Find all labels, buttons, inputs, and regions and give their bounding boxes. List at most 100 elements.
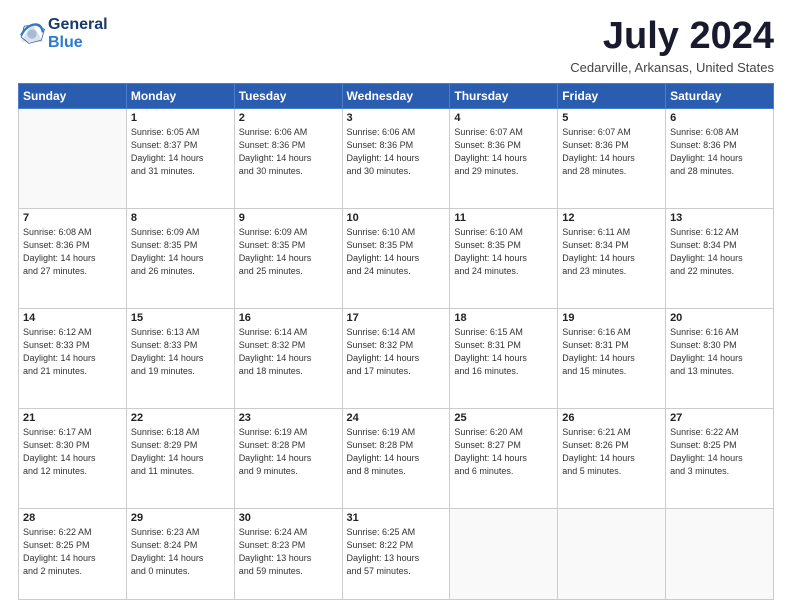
calendar-cell: 15 Sunrise: 6:13 AM Sunset: 8:33 PM Dayli… [126,308,234,408]
calendar-cell: 1 Sunrise: 6:05 AM Sunset: 8:37 PM Daylig… [126,108,234,208]
calendar-cell [19,108,127,208]
day-info: Sunrise: 6:21 AM Sunset: 8:26 PM Dayligh… [562,426,661,478]
col-tuesday: Tuesday [234,83,342,108]
calendar-cell: 16Sunrise: 6:14 AM Sunset: 8:32 PM Dayli… [234,308,342,408]
day-info: Sunrise: 6:25 AM Sunset: 8:22 PM Dayligh… [347,526,446,578]
day-info: Sunrise: 6:08 AM Sunset: 8:36 PM Dayligh… [23,226,122,278]
day-info: Sunrise: 6:11 AM Sunset: 8:34 PM Dayligh… [562,226,661,278]
calendar-cell: 23Sunrise: 6:19 AM Sunset: 8:28 PM Dayli… [234,408,342,508]
day-number: 22 [131,412,230,424]
calendar-cell: 19 Sunrise: 6:16 AM Sunset: 8:31 PM Dayli… [558,308,666,408]
calendar-header-row: Sunday Monday Tuesday Wednesday Thursday… [19,83,774,108]
calendar-cell: 14Sunrise: 6:12 AM Sunset: 8:33 PM Dayli… [19,308,127,408]
day-number: 18 [454,312,553,324]
day-info: Sunrise: 6:06 AM Sunset: 8:36 PM Dayligh… [347,126,446,178]
calendar-cell: 2 Sunrise: 6:06 AM Sunset: 8:36 PM Daylig… [234,108,342,208]
calendar-cell: 26Sunrise: 6:21 AM Sunset: 8:26 PM Dayli… [558,408,666,508]
day-info: Sunrise: 6:12 AM Sunset: 8:34 PM Dayligh… [670,226,769,278]
day-info: Sunrise: 6:07 AM Sunset: 8:36 PM Dayligh… [454,126,553,178]
day-info: Sunrise: 6:24 AM Sunset: 8:23 PM Dayligh… [239,526,338,578]
header: General Blue July 2024 Cedarville, Arkan… [18,16,774,75]
calendar-cell: 24Sunrise: 6:19 AM Sunset: 8:28 PM Dayli… [342,408,450,508]
day-info: Sunrise: 6:05 AM Sunset: 8:37 PM Dayligh… [131,126,230,178]
day-info: Sunrise: 6:07 AM Sunset: 8:36 PM Dayligh… [562,126,661,178]
day-number: 27 [670,412,769,424]
calendar-cell: 21 Sunrise: 6:17 AM Sunset: 8:30 PM Dayli… [19,408,127,508]
calendar-cell: 20 Sunrise: 6:16 AM Sunset: 8:30 PM Dayli… [666,308,774,408]
day-info: Sunrise: 6:14 AM Sunset: 8:32 PM Dayligh… [347,326,446,378]
week-row-2: 7 Sunrise: 6:08 AM Sunset: 8:36 PM Daylig… [19,208,774,308]
day-info: Sunrise: 6:09 AM Sunset: 8:35 PM Dayligh… [131,226,230,278]
calendar-cell: 30 Sunrise: 6:24 AM Sunset: 8:23 PM Dayli… [234,508,342,599]
logo-icon [18,20,46,48]
day-number: 7 [23,212,122,224]
calendar-cell: 3Sunrise: 6:06 AM Sunset: 8:36 PM Daylig… [342,108,450,208]
day-info: Sunrise: 6:20 AM Sunset: 8:27 PM Dayligh… [454,426,553,478]
calendar-cell: 25Sunrise: 6:20 AM Sunset: 8:27 PM Dayli… [450,408,558,508]
col-monday: Monday [126,83,234,108]
location: Cedarville, Arkansas, United States [570,60,774,75]
day-number: 5 [562,112,661,124]
page: General Blue July 2024 Cedarville, Arkan… [0,0,792,612]
day-info: Sunrise: 6:14 AM Sunset: 8:32 PM Dayligh… [239,326,338,378]
day-info: Sunrise: 6:16 AM Sunset: 8:30 PM Dayligh… [670,326,769,378]
day-number: 21 [23,412,122,424]
calendar-cell: 4 Sunrise: 6:07 AM Sunset: 8:36 PM Daylig… [450,108,558,208]
day-number: 19 [562,312,661,324]
col-sunday: Sunday [19,83,127,108]
col-friday: Friday [558,83,666,108]
day-number: 9 [239,212,338,224]
day-number: 20 [670,312,769,324]
col-thursday: Thursday [450,83,558,108]
calendar-cell: 22 Sunrise: 6:18 AM Sunset: 8:29 PM Dayli… [126,408,234,508]
calendar-cell: 28Sunrise: 6:22 AM Sunset: 8:25 PM Dayli… [19,508,127,599]
calendar-cell: 10 Sunrise: 6:10 AM Sunset: 8:35 PM Dayli… [342,208,450,308]
week-row-3: 14Sunrise: 6:12 AM Sunset: 8:33 PM Dayli… [19,308,774,408]
calendar-cell: 31Sunrise: 6:25 AM Sunset: 8:22 PM Dayli… [342,508,450,599]
month-title: July 2024 [570,16,774,58]
day-number: 4 [454,112,553,124]
day-info: Sunrise: 6:17 AM Sunset: 8:30 PM Dayligh… [23,426,122,478]
day-info: Sunrise: 6:06 AM Sunset: 8:36 PM Dayligh… [239,126,338,178]
day-info: Sunrise: 6:18 AM Sunset: 8:29 PM Dayligh… [131,426,230,478]
calendar-cell: 7 Sunrise: 6:08 AM Sunset: 8:36 PM Daylig… [19,208,127,308]
day-number: 1 [131,112,230,124]
calendar-cell: 8 Sunrise: 6:09 AM Sunset: 8:35 PM Daylig… [126,208,234,308]
week-row-5: 28Sunrise: 6:22 AM Sunset: 8:25 PM Dayli… [19,508,774,599]
day-number: 15 [131,312,230,324]
calendar-cell [450,508,558,599]
day-info: Sunrise: 6:22 AM Sunset: 8:25 PM Dayligh… [670,426,769,478]
day-number: 11 [454,212,553,224]
calendar-cell: 12 Sunrise: 6:11 AM Sunset: 8:34 PM Dayli… [558,208,666,308]
day-number: 12 [562,212,661,224]
day-number: 10 [347,212,446,224]
day-info: Sunrise: 6:09 AM Sunset: 8:35 PM Dayligh… [239,226,338,278]
day-info: Sunrise: 6:10 AM Sunset: 8:35 PM Dayligh… [454,226,553,278]
day-number: 30 [239,512,338,524]
day-number: 13 [670,212,769,224]
calendar-cell: 6 Sunrise: 6:08 AM Sunset: 8:36 PM Daylig… [666,108,774,208]
calendar-table: Sunday Monday Tuesday Wednesday Thursday… [18,83,774,600]
day-number: 2 [239,112,338,124]
day-number: 24 [347,412,446,424]
day-number: 6 [670,112,769,124]
day-info: Sunrise: 6:16 AM Sunset: 8:31 PM Dayligh… [562,326,661,378]
logo-text: General Blue [48,16,108,53]
calendar-cell: 29Sunrise: 6:23 AM Sunset: 8:24 PM Dayli… [126,508,234,599]
title-area: July 2024 Cedarville, Arkansas, United S… [570,16,774,75]
calendar-cell [666,508,774,599]
day-info: Sunrise: 6:19 AM Sunset: 8:28 PM Dayligh… [239,426,338,478]
calendar-cell [558,508,666,599]
calendar-cell: 11 Sunrise: 6:10 AM Sunset: 8:35 PM Dayli… [450,208,558,308]
col-saturday: Saturday [666,83,774,108]
day-info: Sunrise: 6:08 AM Sunset: 8:36 PM Dayligh… [670,126,769,178]
calendar-cell: 9 Sunrise: 6:09 AM Sunset: 8:35 PM Daylig… [234,208,342,308]
calendar-cell: 13 Sunrise: 6:12 AM Sunset: 8:34 PM Dayli… [666,208,774,308]
col-wednesday: Wednesday [342,83,450,108]
day-info: Sunrise: 6:13 AM Sunset: 8:33 PM Dayligh… [131,326,230,378]
day-info: Sunrise: 6:10 AM Sunset: 8:35 PM Dayligh… [347,226,446,278]
logo: General Blue [18,16,108,53]
day-number: 8 [131,212,230,224]
day-number: 29 [131,512,230,524]
day-number: 28 [23,512,122,524]
